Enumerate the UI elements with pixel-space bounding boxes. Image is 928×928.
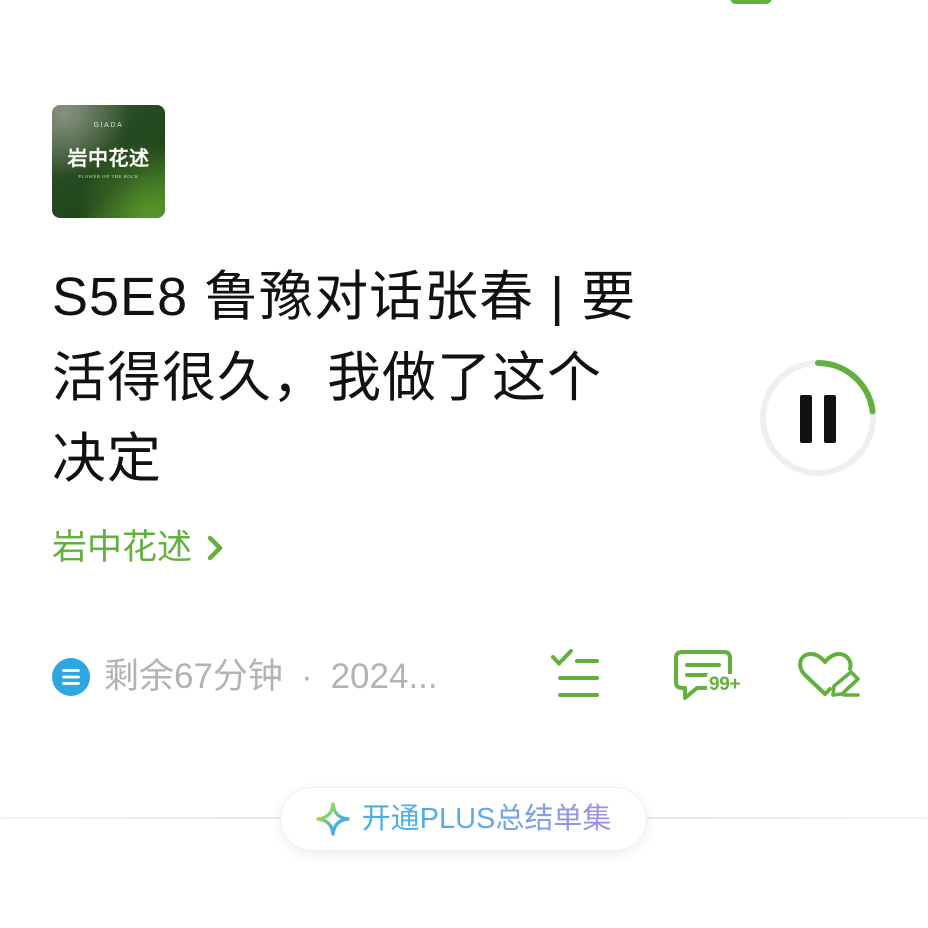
- cover-brand: GIADA: [93, 122, 124, 129]
- episode-title-line: 活得很久，我做了这个: [52, 348, 602, 408]
- play-pause-button[interactable]: [758, 358, 878, 478]
- checklist-icon: [551, 649, 599, 697]
- podcast-cover[interactable]: GIADA 岩中花述 FLOWER ON THE ROCK: [52, 105, 165, 218]
- cropped-toolbar-icon[interactable]: [730, 0, 772, 4]
- comment-count-badge: 99+: [707, 674, 743, 696]
- heart-edit-icon: [798, 651, 860, 697]
- plus-summary-label: 开通PLUS总结单集: [361, 803, 612, 835]
- sparkle-icon: [315, 802, 350, 836]
- publish-date: 2024...: [330, 657, 438, 696]
- episode-meta[interactable]: 剩余67分钟 · 2024...: [52, 656, 438, 698]
- episode-title-line: 决定: [52, 429, 162, 489]
- pause-bar-right: [824, 395, 836, 443]
- pause-bar-left: [800, 395, 812, 443]
- plus-summary-button[interactable]: 开通PLUS总结单集: [280, 787, 647, 851]
- episode-title: S5E8 鲁豫对话张春 | 要 活得很久，我做了这个 决定: [52, 257, 636, 500]
- favorite-button[interactable]: [795, 650, 861, 698]
- cover-subtitle: FLOWER ON THE ROCK: [78, 174, 139, 179]
- playlist-button[interactable]: [550, 648, 600, 700]
- comments-button[interactable]: 99+: [673, 648, 751, 702]
- podcast-name-link[interactable]: 岩中花述: [52, 526, 224, 570]
- chevron-right-icon: [207, 535, 223, 561]
- podcast-name: 岩中花述: [52, 528, 193, 567]
- remaining-time: 剩余67分钟: [104, 657, 283, 696]
- meta-separator: ·: [300, 657, 313, 696]
- pause-icon: [800, 395, 836, 443]
- list-circle-icon: [52, 658, 90, 696]
- episode-title-line: S5E8 鲁豫对话张春 | 要: [52, 267, 637, 327]
- cover-title: 岩中花述: [67, 148, 150, 170]
